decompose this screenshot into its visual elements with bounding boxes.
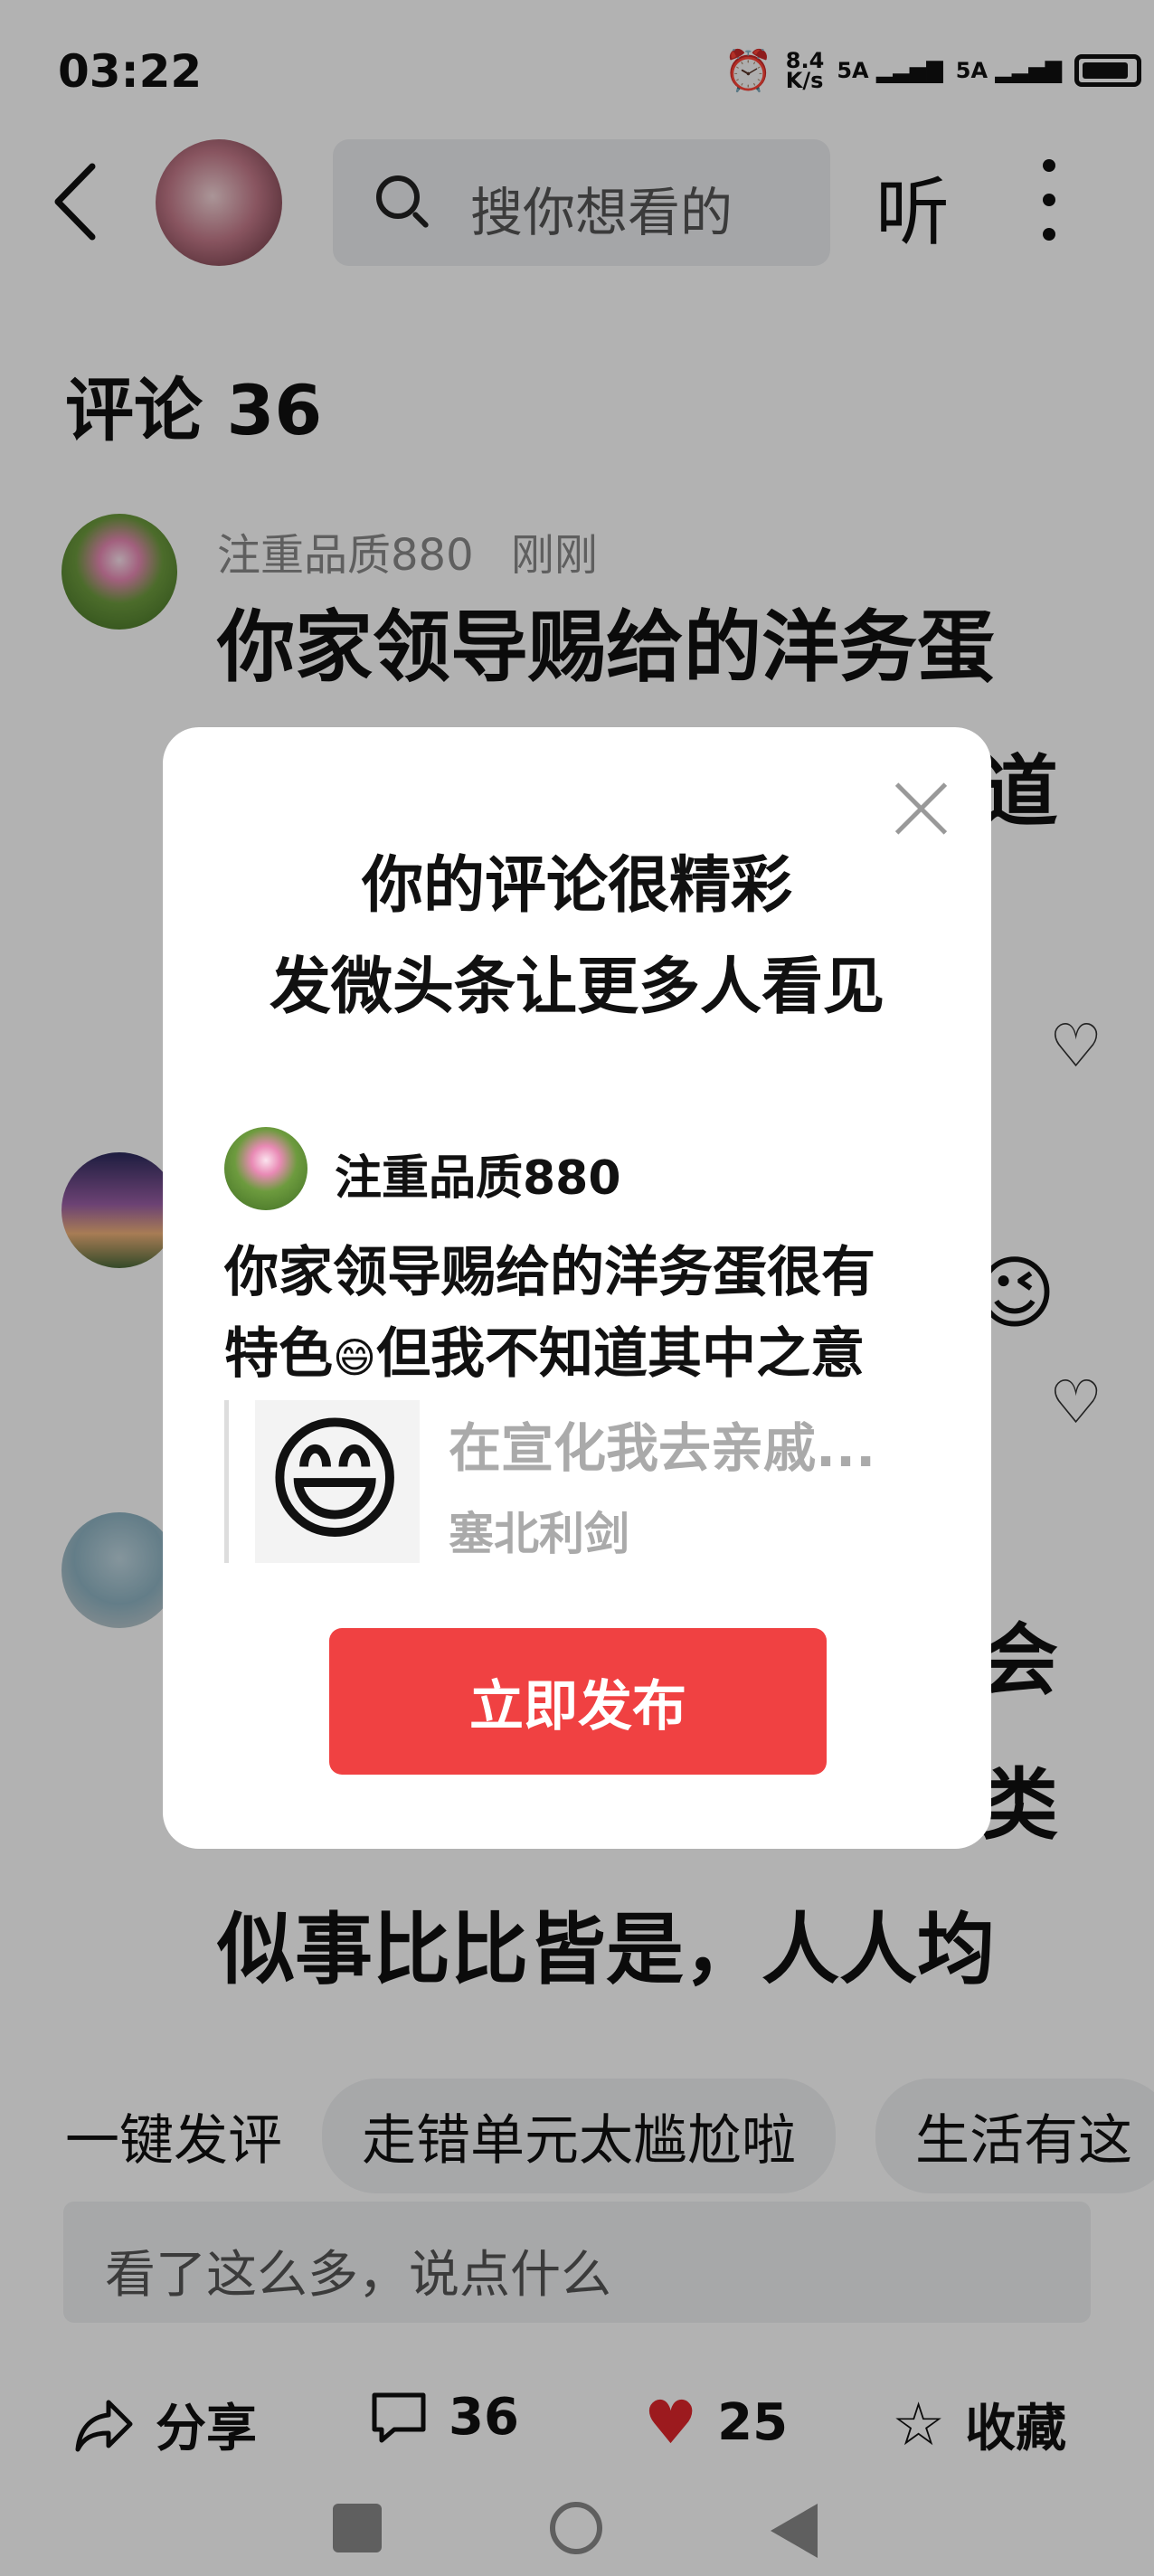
laughing-emoji: 😄 [333, 1333, 376, 1382]
article-thumbnail: 😄 [255, 1400, 420, 1563]
quote-divider [224, 1400, 229, 1563]
article-comments-page: 03:22 ⏰ 8.4 K/s 5A ▂▃▅▇ 5A ▂▃▅▇ 搜你想看的 听 评… [0, 0, 1154, 2576]
laughing-emoji: 😄 [264, 1402, 406, 1559]
share-comment-dialog: 你的评论很精彩 发微头条让更多人看见 注重品质880 你家领导赐给的洋务蛋很有 … [163, 727, 991, 1849]
dialog-username: 注重品质880 [335, 1151, 621, 1206]
dialog-comment-text: 你家领导赐给的洋务蛋很有 特色😄但我不知道其中之意 [224, 1241, 875, 1386]
publish-button[interactable]: 立即发布 [329, 1628, 827, 1775]
close-icon[interactable] [890, 778, 953, 841]
dialog-title: 你的评论很精彩 发微头条让更多人看见 [269, 850, 884, 1023]
quoted-article-title: 在宣化我去亲戚... [449, 1417, 876, 1479]
quoted-article-author: 塞北利剑 [449, 1508, 629, 1560]
dialog-user-avatar [224, 1127, 307, 1210]
